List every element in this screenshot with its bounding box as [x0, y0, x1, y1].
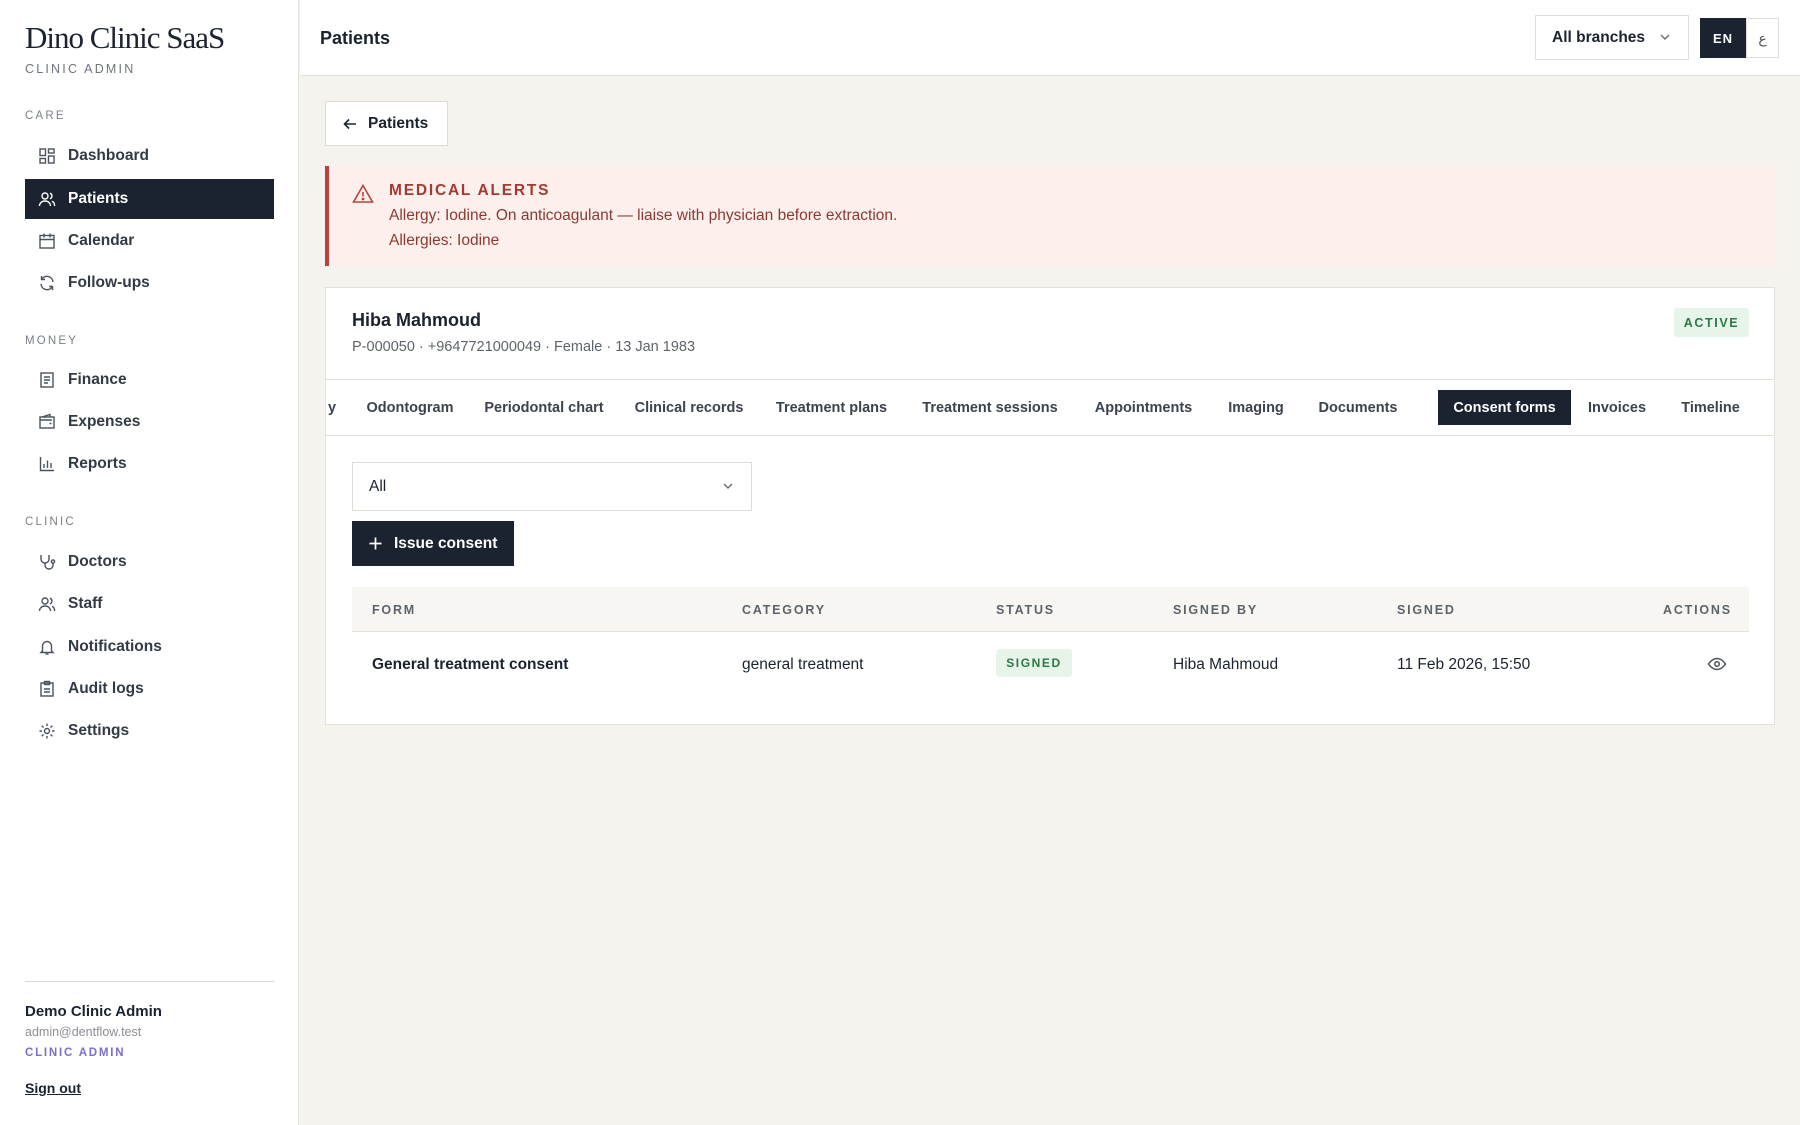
sidebar-item-label: Audit logs — [68, 680, 144, 697]
language-en-button[interactable]: EN — [1700, 18, 1746, 58]
column-header: SIGNED BY — [1173, 603, 1258, 617]
column-header: SIGNED — [1397, 603, 1456, 617]
tab-consent-forms[interactable]: Consent forms — [1438, 390, 1571, 425]
sidebar-item-label: Doctors — [68, 553, 127, 570]
sidebar-item-calendar[interactable]: Calendar — [25, 221, 274, 261]
sidebar-item-label: Follow-ups — [68, 274, 150, 291]
stethoscope-icon — [38, 553, 56, 571]
dashboard-icon — [38, 147, 56, 165]
consent-filter-select[interactable]: All — [352, 462, 752, 511]
clipboard-icon — [38, 680, 56, 698]
consent-signed-by: Hiba Mahmoud — [1173, 656, 1279, 673]
branch-select-value: All branches — [1552, 28, 1646, 46]
consent-category: general treatment — [742, 656, 864, 673]
user-role: CLINIC ADMIN — [25, 1047, 126, 1059]
patient-card: Hiba Mahmoud P-000050 · +9647721000049 ·… — [325, 287, 1775, 725]
sidebar-item-settings[interactable]: Settings — [25, 711, 274, 751]
sidebar-item-label: Settings — [68, 722, 130, 739]
user-email: admin@dentflow.test — [25, 1025, 142, 1039]
arrow-left-icon — [343, 118, 356, 129]
status-badge: SIGNED — [996, 649, 1072, 677]
brand-logo[interactable]: Dino Clinic SaaS — [25, 20, 225, 56]
alert-line: Allergy: Iodine. On anticoagulant — liai… — [389, 207, 898, 224]
medical-alerts-banner: MEDICAL ALERTS Allergy: Iodine. On antic… — [325, 166, 1775, 266]
sidebar-item-follow-ups[interactable]: Follow-ups — [25, 263, 274, 303]
tab-invoices[interactable]: Invoices — [1571, 390, 1663, 425]
receipt-icon — [38, 371, 56, 389]
tab-appointments[interactable]: Appointments — [1076, 390, 1211, 425]
calendar-icon — [38, 232, 56, 250]
sidebar-item-label: Calendar — [68, 232, 135, 249]
sidebar-item-patients[interactable]: Patients — [25, 179, 274, 219]
sidebar-item-notifications[interactable]: Notifications — [25, 627, 274, 667]
sidebar-item-expenses[interactable]: Expenses — [25, 402, 274, 442]
chevron-down-icon — [721, 479, 735, 493]
sidebar-item-label: Expenses — [68, 413, 141, 430]
brand-subtitle: CLINIC ADMIN — [25, 62, 136, 76]
alert-line: Allergies: Iodine — [389, 232, 500, 249]
tab-documents[interactable]: Documents — [1301, 390, 1415, 425]
consents-table-header: FORM CATEGORY STATUS SIGNED BY SIGNED AC… — [352, 587, 1749, 632]
sidebar-item-label: Staff — [68, 595, 103, 612]
tab-periodontal-chart[interactable]: Periodontal chart — [469, 390, 619, 425]
alert-title: MEDICAL ALERTS — [389, 182, 551, 199]
sign-out-link[interactable]: Sign out — [25, 1080, 81, 1096]
sidebar-item-finance[interactable]: Finance — [25, 360, 274, 400]
sidebar-item-staff[interactable]: Staff — [25, 584, 274, 624]
sidebar-item-label: Patients — [68, 190, 129, 207]
back-button-label: Patients — [368, 114, 429, 132]
patient-tabs: y Odontogram Periodontal chart Clinical … — [326, 379, 1774, 436]
wallet-icon — [38, 413, 56, 431]
nav-section-money: MONEY — [25, 335, 79, 347]
language-ar-button[interactable]: ع — [1746, 18, 1779, 58]
issue-consent-label: Issue consent — [394, 534, 498, 552]
tab-truncated[interactable]: y — [326, 390, 338, 425]
sidebar-item-label: Reports — [68, 455, 127, 472]
sidebar-item-dashboard[interactable]: Dashboard — [25, 136, 274, 176]
eye-icon[interactable] — [1707, 655, 1727, 673]
branch-select[interactable]: All branches — [1535, 15, 1689, 60]
sidebar-item-audit-logs[interactable]: Audit logs — [25, 669, 274, 709]
tab-clinical-records[interactable]: Clinical records — [619, 390, 759, 425]
warning-icon — [352, 183, 374, 205]
sidebar-item-label: Dashboard — [68, 147, 149, 164]
patient-meta: P-000050 · +9647721000049 · Female · 13 … — [352, 339, 696, 355]
back-to-patients-button[interactable]: Patients — [325, 101, 448, 146]
tab-imaging[interactable]: Imaging — [1211, 390, 1301, 425]
nav-section-care: CARE — [25, 110, 66, 122]
sidebar-item-doctors[interactable]: Doctors — [25, 542, 274, 582]
tab-timeline[interactable]: Timeline — [1663, 390, 1758, 425]
issue-consent-button[interactable]: Issue consent — [352, 521, 514, 566]
sidebar-item-reports[interactable]: Reports — [25, 444, 274, 484]
bar-chart-icon — [38, 455, 56, 473]
sidebar-divider — [25, 981, 274, 982]
column-header: FORM — [372, 603, 416, 617]
consent-signed-date: 11 Feb 2026, 15:50 — [1397, 656, 1531, 673]
sidebar-item-label: Finance — [68, 371, 127, 388]
page-title: Patients — [320, 28, 391, 48]
filter-select-value: All — [369, 477, 387, 495]
sidebar-item-label: Notifications — [68, 638, 162, 655]
refresh-icon — [38, 274, 56, 292]
tab-treatment-plans[interactable]: Treatment plans — [759, 390, 904, 425]
topbar: Patients All branches EN ع — [300, 0, 1800, 76]
table-row[interactable]: General treatment consent general treatm… — [352, 632, 1749, 697]
column-header: ACTIONS — [1663, 603, 1732, 617]
consent-form-name: General treatment consent — [372, 656, 569, 673]
sidebar: Dino Clinic SaaS CLINIC ADMIN CARE Dashb… — [0, 0, 299, 1125]
nav-section-clinic: CLINIC — [25, 516, 76, 528]
plus-icon — [369, 537, 382, 550]
users-icon — [38, 595, 56, 613]
tab-treatment-sessions[interactable]: Treatment sessions — [904, 390, 1076, 425]
chevron-down-icon — [1658, 30, 1672, 44]
gear-icon — [38, 722, 56, 740]
status-badge: ACTIVE — [1674, 308, 1749, 337]
users-icon — [38, 190, 56, 208]
column-header: STATUS — [996, 603, 1055, 617]
patient-name: Hiba Mahmoud — [352, 310, 481, 330]
column-header: CATEGORY — [742, 603, 826, 617]
tab-odontogram[interactable]: Odontogram — [351, 390, 469, 425]
bell-icon — [38, 638, 56, 656]
user-name: Demo Clinic Admin — [25, 1003, 162, 1020]
